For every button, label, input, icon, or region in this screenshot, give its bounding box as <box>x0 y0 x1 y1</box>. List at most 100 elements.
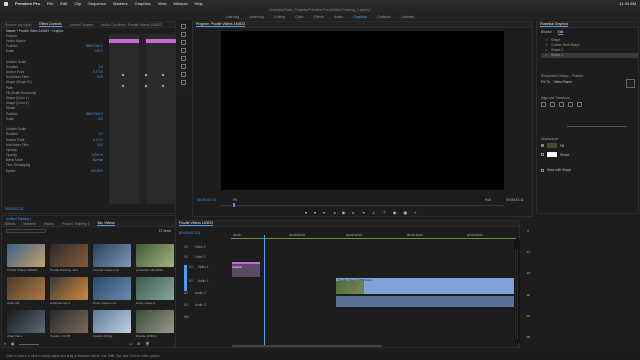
effect-property-value[interactable]: 960.0 540.0 <box>86 44 103 48</box>
effect-property-value[interactable]: 100.0 % <box>91 153 103 157</box>
timeline-title[interactable]: Poodle Videos 140823 <box>179 221 214 226</box>
workspace-assembly[interactable]: Assembly <box>249 15 264 19</box>
tab-bin-videos[interactable]: Bin: Videos <box>97 221 115 227</box>
workspace-graphics[interactable]: Graphics <box>353 15 367 19</box>
graphic-clip[interactable]: Graphic <box>232 262 260 277</box>
fill-color-swatch[interactable] <box>547 143 557 148</box>
project-item-thumbnail[interactable] <box>136 310 174 333</box>
effect-property-value[interactable]: 100 <box>98 117 103 121</box>
align-right-icon[interactable] <box>559 102 564 107</box>
track-a2-header[interactable]: A2 Audio 2 <box>184 291 229 303</box>
tab-edit[interactable]: Edit <box>557 30 564 35</box>
mark-in-icon[interactable]: ▾ <box>305 210 307 215</box>
align-top-icon[interactable] <box>568 102 573 107</box>
razor-tool-icon[interactable] <box>181 48 186 53</box>
menu-view[interactable]: View <box>158 1 167 6</box>
align-left-icon[interactable] <box>541 102 546 107</box>
project-item-thumbnail[interactable] <box>93 277 131 300</box>
playhead[interactable] <box>264 235 265 345</box>
timeline-timecode[interactable]: 00:00:02:13 <box>179 230 200 235</box>
monitor-playhead[interactable] <box>233 203 235 207</box>
fill-checkbox[interactable] <box>541 144 544 147</box>
monitor-scrubber[interactable] <box>221 205 504 206</box>
effect-property-value[interactable]: 100.00% <box>90 169 103 173</box>
project-item-thumbnail[interactable] <box>136 244 174 267</box>
list-view-icon[interactable]: ≡ <box>4 342 6 346</box>
scrollbar-horizontal[interactable] <box>232 345 382 347</box>
effect-property-value[interactable]: Normal <box>93 158 103 162</box>
type-tool-icon[interactable] <box>181 80 186 85</box>
project-item-thumbnail[interactable] <box>136 277 174 300</box>
workspace-editing[interactable]: Editing <box>274 15 285 19</box>
layer-item-selected[interactable]: ▭ Shape 1 <box>541 52 638 58</box>
tab-audio-clip-mixer[interactable]: Audio Clip Mixer: Poodle Videos 140823 <box>101 23 162 27</box>
menu-file[interactable]: File <box>47 1 53 6</box>
align-center-icon[interactable] <box>550 102 555 107</box>
stroke-checkbox[interactable] <box>541 153 544 156</box>
project-item-thumbnail[interactable] <box>7 244 45 267</box>
menu-graphics[interactable]: Graphics <box>135 1 151 6</box>
menu-sequence[interactable]: Sequence <box>88 1 106 6</box>
workspace-libraries[interactable]: Libraries <box>401 15 414 19</box>
tab-markers[interactable]: Markers <box>23 222 35 226</box>
track-mix-header[interactable]: Mix <box>184 315 229 325</box>
program-monitor-title[interactable]: Program: Poodle Videos 140823 <box>196 22 245 27</box>
effect-property-value[interactable]: 0.00 <box>97 75 103 79</box>
search-input[interactable] <box>6 229 46 234</box>
effect-property-value[interactable]: 0.0 0.0 <box>93 70 103 74</box>
project-item-thumbnail[interactable] <box>50 277 88 300</box>
mask-checkbox[interactable] <box>541 168 544 172</box>
new-item-icon[interactable]: ⊞ <box>137 342 140 346</box>
menu-edit[interactable]: Edit <box>60 1 67 6</box>
tab-browse[interactable]: Browse <box>541 30 552 35</box>
project-item-thumbnail[interactable] <box>93 244 131 267</box>
workspace-learning[interactable]: Learning <box>226 15 240 19</box>
comparison-view-icon[interactable]: ▣ <box>403 210 407 215</box>
stroke-color-swatch[interactable] <box>547 152 557 157</box>
audio-clip-a1[interactable] <box>336 296 514 307</box>
effect-property-value[interactable]: 0.00 <box>97 143 103 147</box>
program-timecode[interactable]: 00:00:02:13 <box>197 198 216 202</box>
pen-tool-icon[interactable] <box>181 64 186 69</box>
track-v1-header[interactable]: V1 Video 1 <box>184 265 229 279</box>
play-icon[interactable]: ▶ <box>342 210 345 215</box>
workspace-captions[interactable]: Captions <box>377 15 391 19</box>
tab-lumetri-scopes[interactable]: Lumetri Scopes <box>70 23 94 27</box>
export-frame-icon[interactable]: ◉ <box>393 210 397 215</box>
add-button-icon[interactable]: + <box>414 210 416 215</box>
tab-effects[interactable]: Effects <box>5 222 15 226</box>
effect-property-value[interactable]: 100.0 <box>95 49 103 53</box>
zoom-slider[interactable] <box>19 344 40 345</box>
step-forward-icon[interactable]: ▸ <box>352 210 354 215</box>
hand-tool-icon[interactable] <box>181 72 186 77</box>
keyframe-diamond[interactable] <box>161 84 165 88</box>
mark-out-icon[interactable]: ▾ <box>314 210 316 215</box>
tab-project[interactable]: Project: Training 1 <box>62 222 89 226</box>
keyframe-diamond[interactable] <box>121 84 125 88</box>
effect-property-value[interactable]: 0.0 <box>99 132 103 136</box>
workspace-color[interactable]: Color <box>295 15 303 19</box>
menu-markers[interactable]: Markers <box>113 1 127 6</box>
keyframe-diamond[interactable] <box>121 73 125 77</box>
pin-to-dropdown[interactable]: Video Frame <box>554 80 572 84</box>
tab-history[interactable]: History <box>44 222 55 226</box>
slip-tool-icon[interactable] <box>181 56 186 61</box>
lift-icon[interactable]: ⊥ <box>372 210 375 215</box>
ripple-edit-tool-icon[interactable] <box>181 40 186 45</box>
effect-property-row[interactable]: Speed 100.00% <box>2 168 107 173</box>
step-back-icon[interactable]: ◂ <box>333 210 335 215</box>
workspace-audio[interactable]: Audio <box>334 15 343 19</box>
track-v2-header[interactable]: V2 Video 2 <box>184 255 229 265</box>
menu-help[interactable]: Help <box>194 1 202 6</box>
align-middle-icon[interactable] <box>577 102 582 107</box>
video-clip-v1[interactable]: Poodle Videos 140823.mp4 <box>336 278 514 294</box>
go-to-out-icon[interactable]: ⇥ <box>362 210 365 215</box>
work-area-bar[interactable] <box>231 238 516 239</box>
menu-window[interactable]: Window <box>173 1 187 6</box>
timeline-ruler[interactable]: 00:00 00:00:05:00 00:00:10:00 00:00:15:0… <box>231 233 516 239</box>
keyframe-diamond[interactable] <box>161 73 165 77</box>
selection-tool-icon[interactable] <box>181 24 186 29</box>
go-to-in-icon[interactable]: ⇤ <box>323 210 326 215</box>
menu-clip[interactable]: Clip <box>74 1 81 6</box>
keyframe-diamond[interactable] <box>144 84 148 88</box>
